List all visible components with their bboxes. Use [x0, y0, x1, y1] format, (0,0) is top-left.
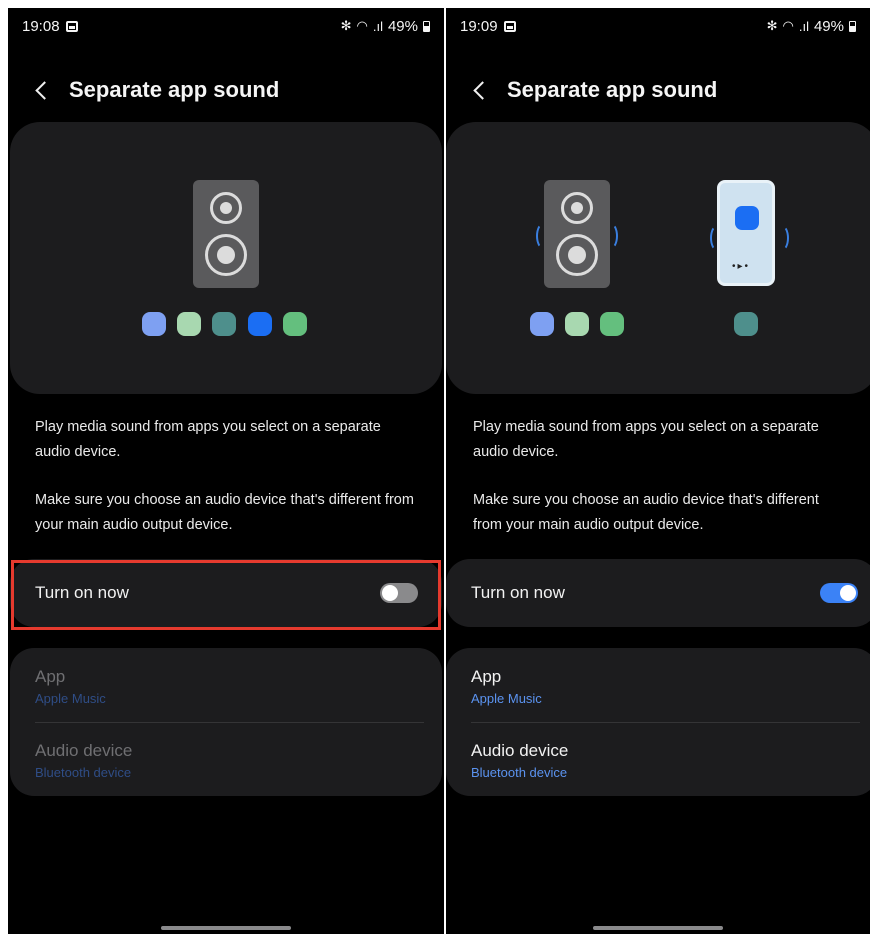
illustration-card: •▸•: [446, 122, 870, 394]
turn-on-now-row[interactable]: Turn on now: [10, 559, 442, 627]
setting-title: App: [471, 667, 502, 686]
app-setting[interactable]: App Apple Music: [35, 648, 424, 718]
battery-level: 49%: [813, 17, 844, 35]
app-icon: [735, 206, 759, 230]
bluetooth-icon: ✻: [766, 18, 778, 33]
tweeter: [561, 192, 593, 224]
home-indicator[interactable]: [593, 926, 723, 930]
wifi-icon: ◠: [356, 18, 368, 33]
description-note: Make sure you choose an audio device tha…: [473, 492, 819, 533]
description-text: Play media sound from apps you select on…: [473, 419, 819, 460]
back-arrow-icon[interactable]: [473, 80, 492, 100]
battery-level: 49%: [387, 17, 418, 35]
wifi-icon: ◠: [782, 18, 794, 33]
setting-title: App: [35, 667, 66, 686]
app-icon: [530, 312, 554, 336]
gallery-icon: [503, 20, 516, 32]
settings-list: App Apple Music Audio device Bluetooth d…: [10, 648, 442, 796]
app-icon: [283, 312, 307, 336]
sound-wave-icon: [604, 223, 618, 249]
phone-device-icon: •▸•: [717, 180, 775, 286]
audio-device-setting[interactable]: Audio device Bluetooth device: [35, 722, 424, 792]
signal-icon: .ıl: [372, 18, 383, 34]
status-bar: 19:08 ✻ ◠ .ıl 49%: [8, 8, 444, 44]
bluetooth-icon: ✻: [340, 18, 352, 33]
setting-value: Bluetooth device: [471, 765, 568, 780]
media-controls-icon: •▸•: [732, 261, 751, 272]
tweeter: [210, 192, 242, 224]
audio-device-setting[interactable]: Audio device Bluetooth device: [471, 722, 860, 792]
toggle-label: Turn on now: [35, 583, 129, 602]
setting-title: Audio device: [35, 741, 133, 760]
status-time: 19:08: [22, 17, 60, 35]
screenshot-comparison: 19:08 ✻ ◠ .ıl 49% Separate app sound Pla…: [0, 0, 870, 934]
page-header: Separate app sound: [34, 70, 444, 110]
illustration-card: [10, 122, 442, 394]
gallery-icon: [65, 20, 78, 32]
back-arrow-icon[interactable]: [35, 80, 54, 100]
app-setting[interactable]: App Apple Music: [471, 648, 860, 718]
setting-value: Bluetooth device: [35, 765, 132, 780]
app-icon: [734, 312, 758, 336]
app-icon: [565, 312, 589, 336]
toggle-label: Turn on now: [471, 583, 565, 602]
home-indicator[interactable]: [161, 926, 291, 930]
settings-list: App Apple Music Audio device Bluetooth d…: [446, 648, 870, 796]
woofer: [205, 234, 247, 276]
speaker-icon: [544, 180, 610, 288]
page-title: Separate app sound: [507, 77, 718, 102]
app-icon: [142, 312, 166, 336]
battery-icon: [849, 20, 856, 32]
setting-title: Audio device: [471, 741, 569, 760]
phone-screen-after: 19:09 ✻ ◠ .ıl 49% Separate app sound •▸•…: [446, 8, 870, 934]
app-icon: [600, 312, 624, 336]
woofer: [556, 234, 598, 276]
battery-icon: [423, 20, 430, 32]
turn-on-switch[interactable]: [820, 583, 858, 603]
status-bar: 19:09 ✻ ◠ .ıl 49%: [446, 8, 870, 44]
phone-screen-before: 19:08 ✻ ◠ .ıl 49% Separate app sound Pla…: [8, 8, 444, 934]
turn-on-now-row[interactable]: Turn on now: [446, 559, 870, 627]
page-title: Separate app sound: [69, 77, 280, 102]
app-icon: [177, 312, 201, 336]
app-icon: [248, 312, 272, 336]
page-header: Separate app sound: [472, 70, 870, 110]
sound-wave-icon: [775, 225, 789, 251]
speaker-icon: [193, 180, 259, 288]
signal-icon: .ıl: [798, 18, 809, 34]
setting-value: Apple Music: [471, 691, 542, 706]
status-time: 19:09: [460, 17, 498, 35]
turn-on-switch[interactable]: [380, 583, 418, 603]
setting-value: Apple Music: [35, 691, 106, 706]
description-text: Play media sound from apps you select on…: [35, 419, 381, 460]
app-icon: [212, 312, 236, 336]
description-note: Make sure you choose an audio device tha…: [35, 492, 414, 533]
